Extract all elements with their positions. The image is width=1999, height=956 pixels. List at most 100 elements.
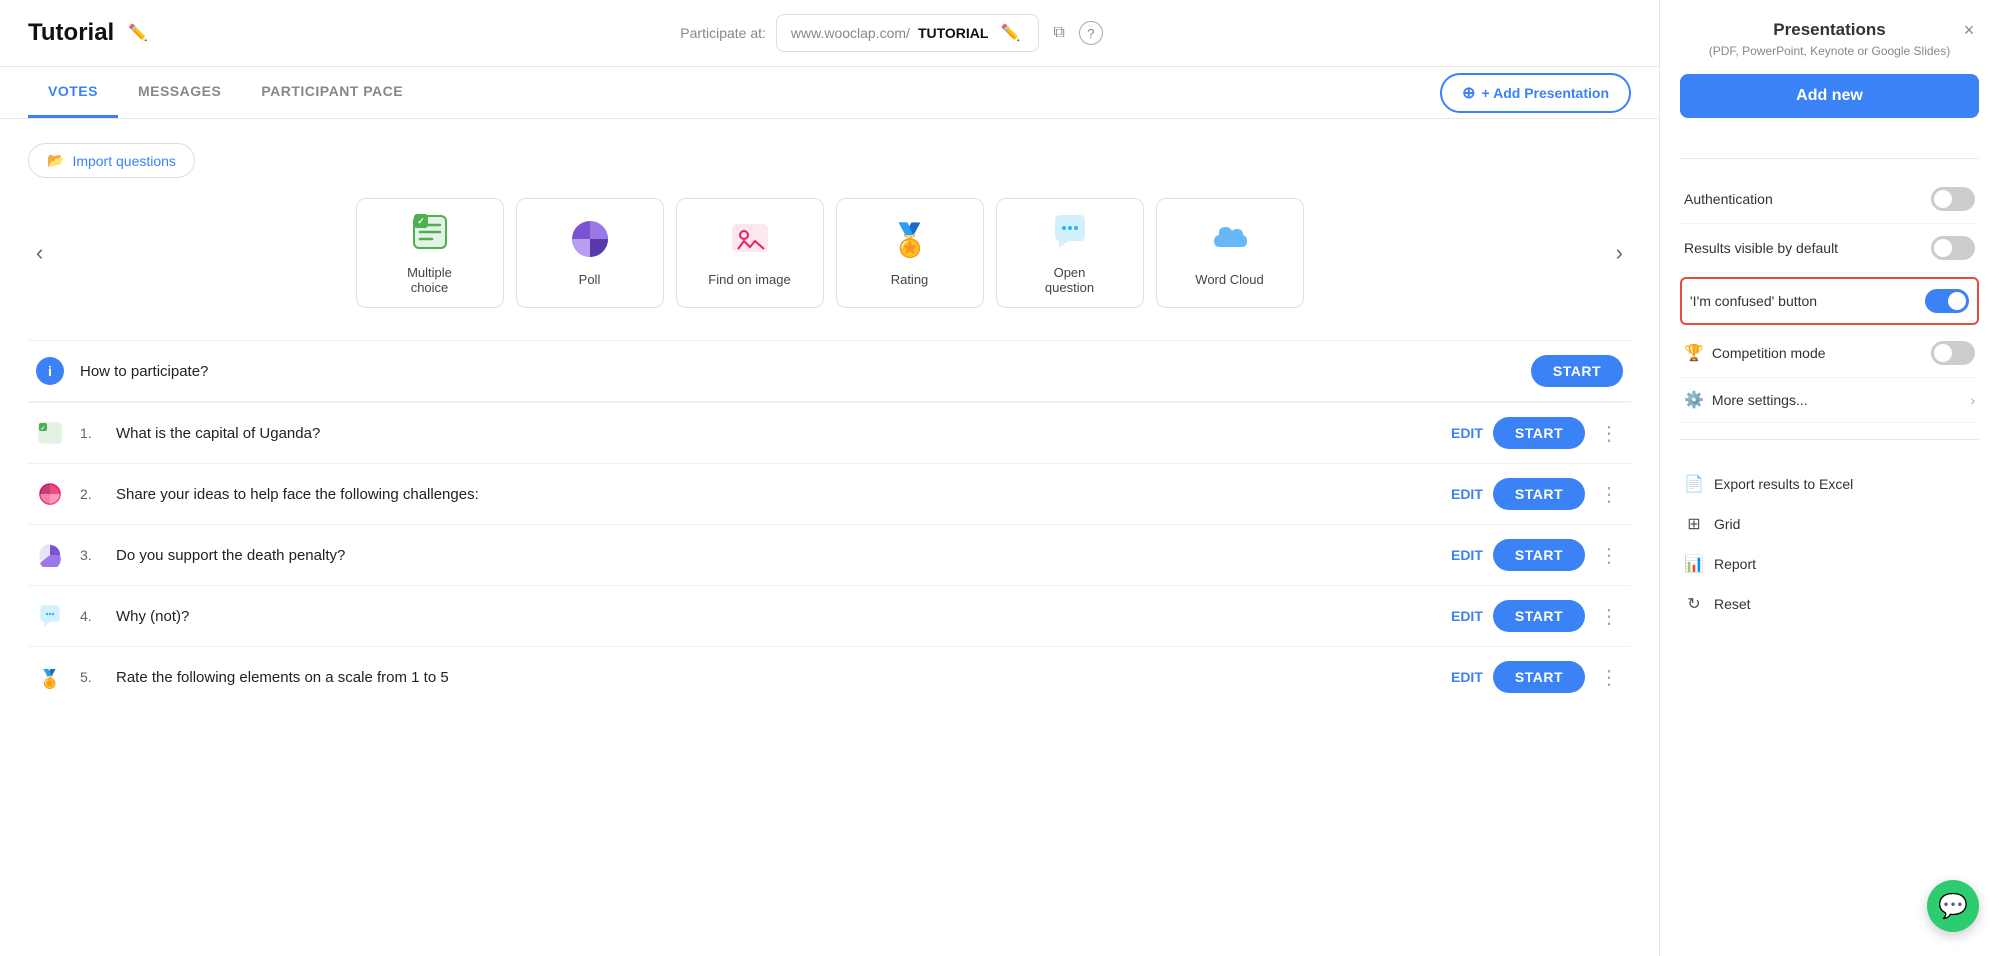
q5-edit-button[interactable]: EDIT <box>1451 669 1483 685</box>
q4-actions: EDIT START ⋮ <box>1451 600 1623 632</box>
results-visible-label: Results visible by default <box>1684 240 1838 256</box>
competition-mode-toggle[interactable] <box>1931 341 1975 365</box>
header-center: Participate at: www.wooclap.com/TUTORIAL… <box>680 14 1103 52</box>
q5-icon: 🏅 <box>36 663 64 691</box>
presentations-title: Presentations <box>1680 20 1979 40</box>
authentication-toggle[interactable] <box>1931 187 1975 211</box>
add-presentation-icon: ⊕ <box>1462 83 1475 103</box>
competition-mode-slider <box>1931 341 1975 365</box>
q2-more-button[interactable]: ⋮ <box>1595 480 1623 509</box>
reset-label: Reset <box>1714 596 1751 612</box>
type-card-open-question[interactable]: Openquestion <box>996 198 1144 308</box>
q5-more-button[interactable]: ⋮ <box>1595 663 1623 692</box>
add-presentation-button[interactable]: ⊕ + Add Presentation <box>1440 73 1631 113</box>
body-area: 📂 Import questions ‹ <box>0 119 1659 956</box>
q1-text: What is the capital of Uganda? <box>116 425 1435 442</box>
question-types-row: ✓ Multiplechoice <box>55 198 1603 308</box>
q4-num: 4. <box>80 608 100 624</box>
wc-icon <box>1210 219 1250 264</box>
reset-item[interactable]: ↻ Reset <box>1680 584 1979 624</box>
export-results-item[interactable]: 📄 Export results to Excel <box>1680 464 1979 504</box>
divider-2 <box>1680 439 1979 440</box>
how-to-participate-text: How to participate? <box>80 363 1515 380</box>
chat-fab[interactable]: 💬 <box>1927 880 1979 932</box>
export-label: Export results to Excel <box>1714 476 1853 492</box>
q2-num: 2. <box>80 486 100 502</box>
type-card-wc-label: Word Cloud <box>1195 272 1263 287</box>
type-card-rating[interactable]: 🏅 Rating <box>836 198 984 308</box>
presentations-subtitle: (PDF, PowerPoint, Keynote or Google Slid… <box>1680 44 1979 58</box>
report-item[interactable]: 📊 Report <box>1680 544 1979 584</box>
svg-text:✓: ✓ <box>417 216 425 226</box>
tab-messages[interactable]: MESSAGES <box>118 67 241 118</box>
tabs-bar: VOTES MESSAGES PARTICIPANT PACE ⊕ + Add … <box>0 67 1659 119</box>
tab-participant-pace[interactable]: PARTICIPANT PACE <box>241 67 423 118</box>
type-card-find-on-image[interactable]: Find on image <box>676 198 824 308</box>
grid-icon: ⊞ <box>1684 514 1704 534</box>
q3-start-button[interactable]: START <box>1493 539 1585 571</box>
header-left: Tutorial ✏️ <box>28 19 152 47</box>
add-new-button[interactable]: Add new <box>1680 74 1979 118</box>
edit-url-button[interactable]: ✏️ <box>996 21 1024 45</box>
grid-item[interactable]: ⊞ Grid <box>1680 504 1979 544</box>
tabs-left: VOTES MESSAGES PARTICIPANT PACE <box>28 67 423 118</box>
type-card-multiple-choice[interactable]: ✓ Multiplechoice <box>356 198 504 308</box>
type-card-foi-label: Find on image <box>708 272 790 287</box>
report-icon: 📊 <box>1684 554 1704 574</box>
import-label: Import questions <box>72 153 176 169</box>
copy-url-button[interactable]: ⧉ <box>1049 22 1068 44</box>
import-questions-button[interactable]: 📂 Import questions <box>28 143 195 178</box>
q4-more-button[interactable]: ⋮ <box>1595 602 1623 631</box>
tab-votes[interactable]: VOTES <box>28 67 118 118</box>
how-to-participate-row: i How to participate? START <box>28 340 1631 402</box>
chat-icon: 💬 <box>1938 892 1968 921</box>
q4-edit-button[interactable]: EDIT <box>1451 608 1483 624</box>
q5-start-button[interactable]: START <box>1493 661 1585 693</box>
q2-text: Share your ideas to help face the follow… <box>116 486 1435 503</box>
question-row-3: 3. Do you support the death penalty? EDI… <box>28 524 1631 585</box>
results-visible-toggle[interactable] <box>1931 236 1975 260</box>
foi-icon <box>730 219 770 264</box>
type-card-poll-label: Poll <box>579 272 601 287</box>
im-confused-toggle[interactable] <box>1925 289 1969 313</box>
q3-more-button[interactable]: ⋮ <box>1595 541 1623 570</box>
q4-start-button[interactable]: START <box>1493 600 1585 632</box>
question-types-section: ‹ ✓ <box>28 198 1631 308</box>
add-presentation-label: + Add Presentation <box>1482 85 1609 101</box>
question-row-1: ✓ 1. What is the capital of Uganda? EDIT… <box>28 402 1631 463</box>
carousel-next-button[interactable]: › <box>1608 232 1631 274</box>
q2-edit-button[interactable]: EDIT <box>1451 486 1483 502</box>
help-button[interactable]: ? <box>1079 21 1103 45</box>
q1-more-button[interactable]: ⋮ <box>1595 419 1623 448</box>
q2-start-button[interactable]: START <box>1493 478 1585 510</box>
app-header: Tutorial ✏️ Participate at: www.wooclap.… <box>0 0 1659 67</box>
q1-start-button[interactable]: START <box>1493 417 1585 449</box>
page-title: Tutorial <box>28 19 114 47</box>
q3-edit-button[interactable]: EDIT <box>1451 547 1483 563</box>
oq-icon <box>1050 212 1090 257</box>
type-card-word-cloud[interactable]: Word Cloud <box>1156 198 1304 308</box>
grid-label: Grid <box>1714 516 1740 532</box>
sidebar-close-button[interactable]: × <box>1955 16 1983 44</box>
q1-edit-button[interactable]: EDIT <box>1451 425 1483 441</box>
results-visible-setting: Results visible by default <box>1680 224 1979 273</box>
more-settings-chevron: › <box>1970 392 1975 408</box>
presentations-section: Presentations (PDF, PowerPoint, Keynote … <box>1680 20 1979 118</box>
q3-text: Do you support the death penalty? <box>116 547 1435 564</box>
q4-icon <box>36 602 64 630</box>
edit-title-button[interactable]: ✏️ <box>124 21 152 45</box>
svg-text:🏅: 🏅 <box>39 668 61 689</box>
question-row-2: 2. Share your ideas to help face the fol… <box>28 463 1631 524</box>
participate-label: Participate at: <box>680 25 766 41</box>
sidebar: × Presentations (PDF, PowerPoint, Keynot… <box>1659 0 1999 956</box>
q3-actions: EDIT START ⋮ <box>1451 539 1623 571</box>
more-settings-item[interactable]: ⚙️ More settings... › <box>1680 378 1979 423</box>
type-card-poll[interactable]: Poll <box>516 198 664 308</box>
export-icon: 📄 <box>1684 474 1704 494</box>
how-to-participate-start-button[interactable]: START <box>1531 355 1623 387</box>
q2-icon <box>36 480 64 508</box>
svg-text:✓: ✓ <box>40 426 45 432</box>
type-card-mc-label: Multiplechoice <box>407 265 452 295</box>
report-label: Report <box>1714 556 1756 572</box>
carousel-prev-button[interactable]: ‹ <box>28 232 51 274</box>
